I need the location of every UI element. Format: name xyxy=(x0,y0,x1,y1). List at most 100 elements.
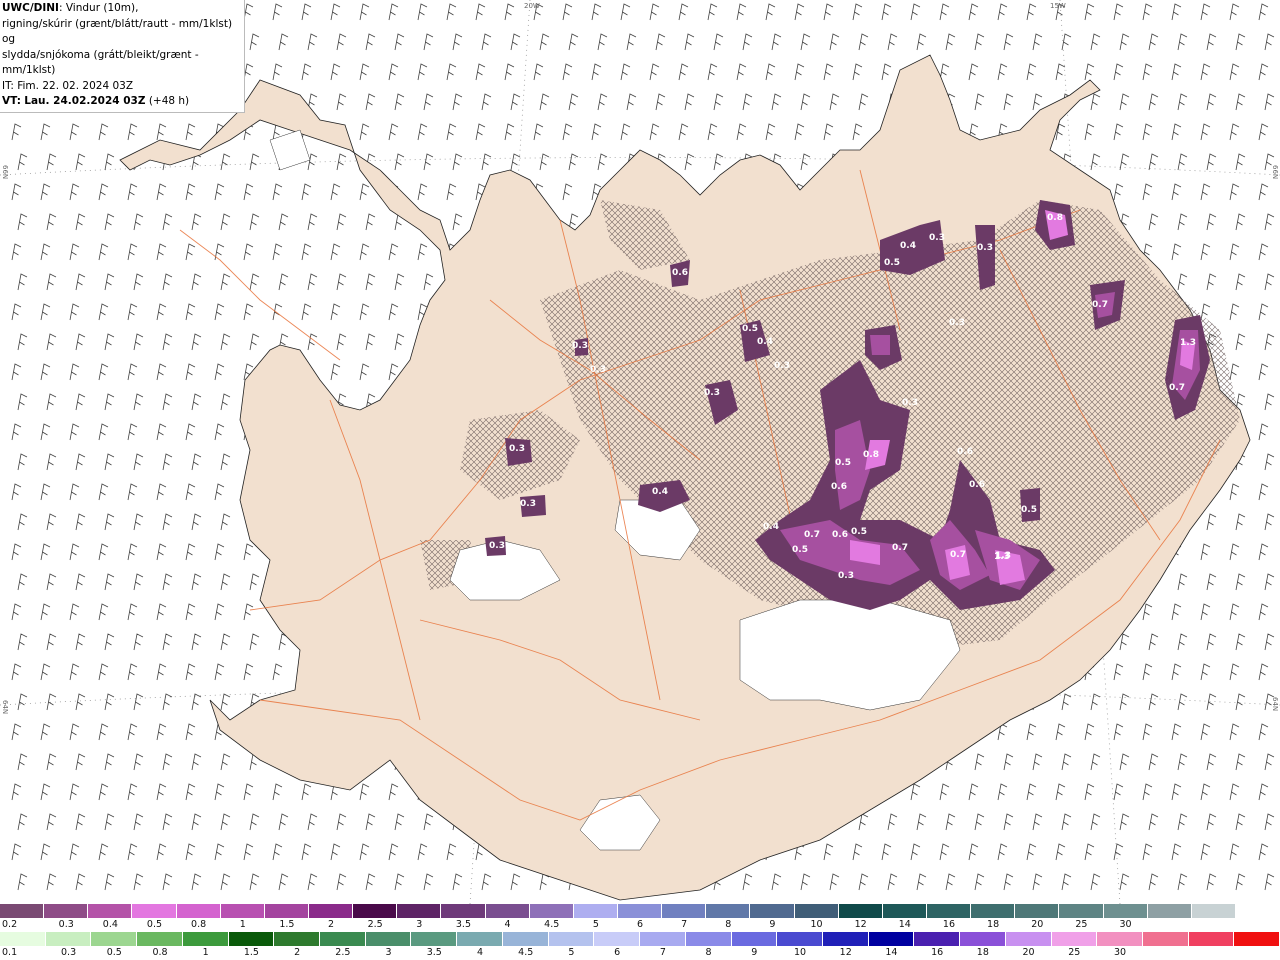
legend-tick-label: 0.5 xyxy=(146,919,163,930)
legend-tick-label: 12 xyxy=(854,919,867,930)
legend-tick-label: 9 xyxy=(769,919,776,930)
legend-swatch xyxy=(228,932,275,946)
precip-value-label: 0.4 xyxy=(757,337,773,347)
legend-swatch xyxy=(1015,904,1060,918)
legend-tick-label: 5 xyxy=(568,947,575,958)
precip-value-label: 0.4 xyxy=(763,522,779,532)
legend-tick-label: 4.5 xyxy=(518,947,534,958)
legend-swatch xyxy=(182,932,229,946)
map-info-box: UWC/DINI: Vindur (10m), rigning/skúrir (… xyxy=(0,0,245,113)
legend-swatch xyxy=(926,904,972,918)
legend-tick-label: 14 xyxy=(898,919,911,930)
legend-swatch xyxy=(882,904,927,918)
legend-tick-label: 6 xyxy=(636,919,644,930)
legend-tick-label: 2 xyxy=(328,919,335,930)
precip-value-label: 0.3 xyxy=(704,388,720,398)
legend-tick-label: 16 xyxy=(931,947,944,958)
legend-tick-label: 10 xyxy=(810,919,823,930)
snow-legend: 0.2 0.3 0.4 0.5 0.8 1 1.5 2 2.5 3 3.5 4 4.5 5 6 7 8 9 10 12… xyxy=(0,904,1280,932)
legend-tick-label: 14 xyxy=(885,947,898,958)
legend-swatch xyxy=(91,932,138,946)
legend-swatch xyxy=(838,904,883,918)
precip-value-label: 0.3 xyxy=(509,444,525,454)
legend-tick-label: 12 xyxy=(839,947,852,958)
precip-value-label: 0.7 xyxy=(804,530,820,540)
legend-tick-label: 20 xyxy=(1031,919,1044,930)
legend-tick-label: 8 xyxy=(725,919,732,930)
precip-value-label: 0.4 xyxy=(652,487,668,497)
legend-swatch xyxy=(777,932,823,946)
legend-swatch xyxy=(264,904,309,918)
legend-tick-label: 20 xyxy=(1022,947,1035,958)
legend-tick-label: 18 xyxy=(976,947,989,958)
precip-value-label: 0.5 xyxy=(792,545,808,555)
precip-value-label: 1.3 xyxy=(1180,338,1196,348)
lat-label-66n-left: 66N xyxy=(1,165,9,180)
legend-swatch xyxy=(1059,904,1104,918)
legend-swatch xyxy=(1191,904,1236,918)
model-name: UWC/DINI xyxy=(2,2,59,14)
precip-value-label: 0.3 xyxy=(977,243,993,253)
precip-value-label: 0.7 xyxy=(1169,383,1185,393)
legend-tick-label: 4 xyxy=(476,947,484,958)
legend-tick-label: 0.5 xyxy=(106,947,122,958)
legend-swatch xyxy=(971,904,1016,918)
legend-tick-label: 1.5 xyxy=(279,919,295,930)
legend-tick-label: 2 xyxy=(294,947,301,958)
legend-tick-label: 6 xyxy=(614,947,621,958)
legend-swatch xyxy=(548,932,595,946)
legend-tick-label: 9 xyxy=(751,947,758,958)
rain-color-bar xyxy=(0,932,1280,946)
legend-swatch xyxy=(44,904,89,918)
legend-swatch xyxy=(176,904,221,918)
legend-swatch xyxy=(529,904,574,918)
legend-swatch xyxy=(1103,904,1148,918)
legend-swatch xyxy=(502,932,549,946)
legend-tick-label: 0.3 xyxy=(58,919,74,930)
legend-swatch xyxy=(573,904,618,918)
precip-value-label: 0.3 xyxy=(929,233,945,243)
precip-value-label: 0.3 xyxy=(489,541,505,551)
legend-swatch xyxy=(1005,932,1052,946)
weather-map: 0.60.80.40.30.50.30.71.30.71.30.30.50.40… xyxy=(0,0,1280,904)
legend-tick-label: 0.2 xyxy=(2,919,18,930)
precip-value-label: 0.6 xyxy=(969,480,985,490)
description-line2: rigning/skúrir (grænt/blátt/rautt - mm/1… xyxy=(2,17,233,46)
legend-tick-label: 4.5 xyxy=(544,919,560,930)
legend-tick-label: 2.5 xyxy=(367,919,383,930)
legend-tick-label: 25 xyxy=(1075,919,1088,930)
legend-swatch xyxy=(1147,904,1192,918)
legend-swatch xyxy=(914,932,961,946)
legend-tick-label: 0.1 xyxy=(2,947,18,958)
legend-swatch xyxy=(308,904,354,918)
precip-value-label: 0.6 xyxy=(957,447,973,457)
precip-value-label: 0.7 xyxy=(1092,300,1108,310)
precip-value-label: 0.3 xyxy=(590,365,606,375)
precip-value-label: 0.7 xyxy=(892,543,908,553)
legend-swatch xyxy=(88,904,133,918)
lat-label-64n-right: 64N xyxy=(1271,697,1279,712)
precip-value-label: 0.6 xyxy=(831,482,847,492)
legend-tick-label: 2.5 xyxy=(335,947,351,958)
precip-value-label: 0.3 xyxy=(949,318,965,328)
legend-swatch xyxy=(353,904,398,918)
rain-legend: 0.1 0.3 0.5 0.8 1 1.5 2 2.5 3 3.5 4 4.5 5 6 7 8 9 10 12 14 1… xyxy=(0,932,1280,960)
legend-tick-label: 10 xyxy=(793,947,807,958)
legend-swatch xyxy=(365,932,412,946)
legend-swatch xyxy=(594,932,641,946)
legend-swatch xyxy=(0,932,46,946)
lat-label-64n-left: 64N xyxy=(1,700,9,715)
legend-swatch xyxy=(822,932,869,946)
legend-swatch xyxy=(441,904,486,918)
legend-swatch xyxy=(960,932,1006,946)
legend-tick-label: 4 xyxy=(504,919,511,930)
legend-tick-label: 0.8 xyxy=(191,919,207,930)
legend-tick-label: 30 xyxy=(1113,947,1127,958)
lon-label-15w: 15W xyxy=(1050,2,1066,10)
lead-time: (+48 h) xyxy=(148,95,190,107)
lat-label-66n-right: 66N xyxy=(1271,165,1279,180)
legend-tick-label: 0.4 xyxy=(102,919,118,930)
precip-value-label: 0.6 xyxy=(832,530,848,540)
precip-value-label: 0.5 xyxy=(1021,505,1037,515)
legend-tick-label: 1 xyxy=(202,947,209,958)
